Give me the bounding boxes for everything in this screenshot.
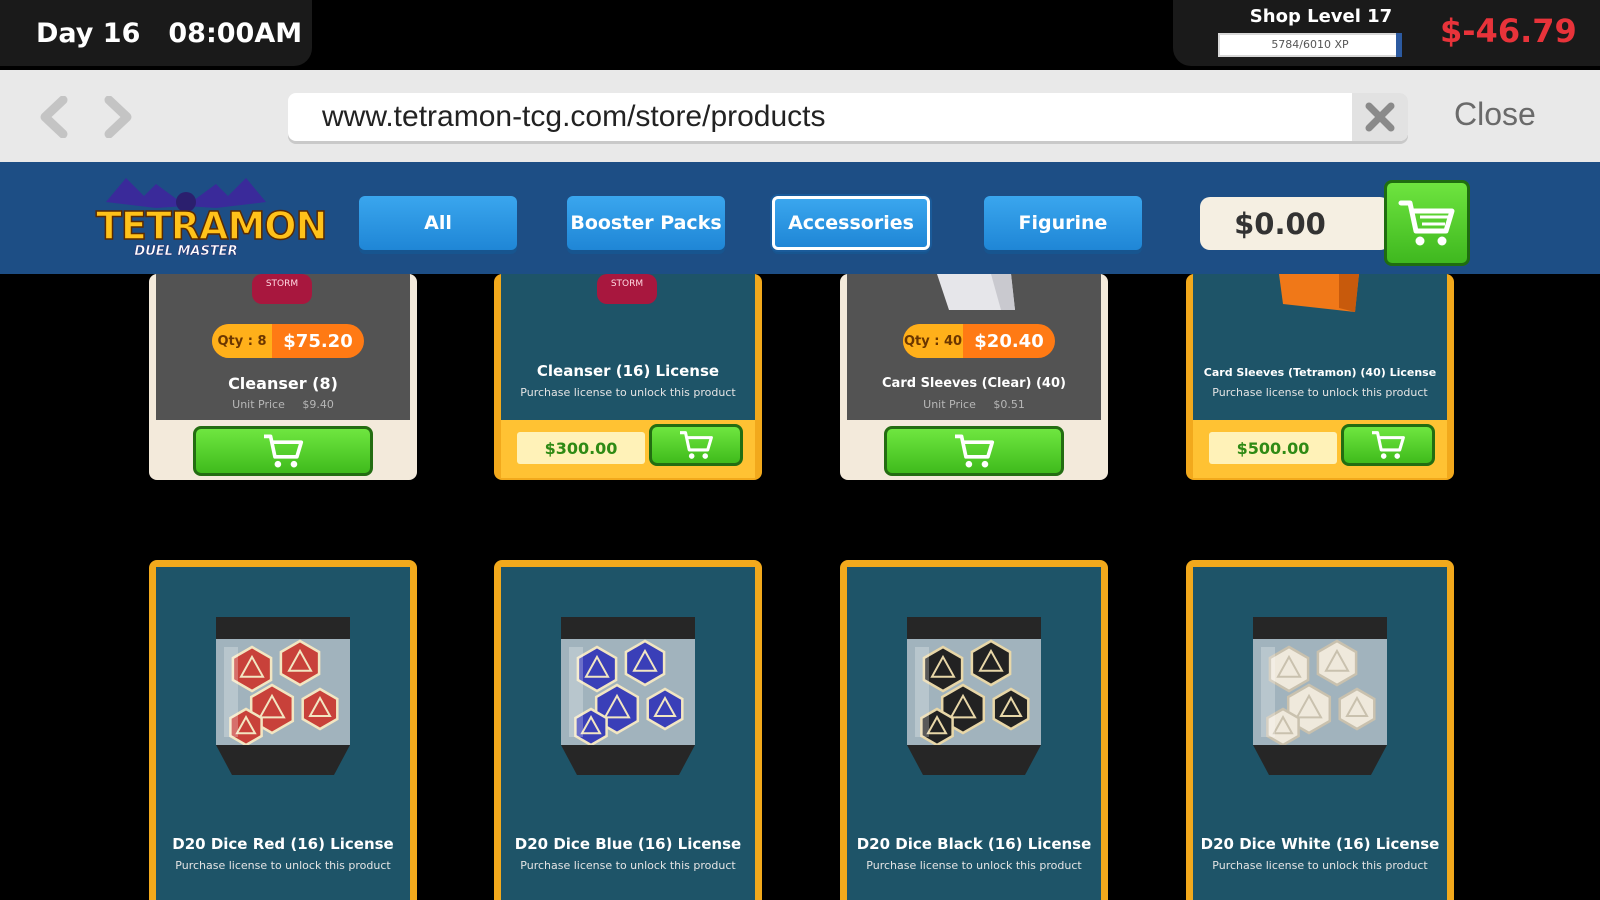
cart-icon [680, 431, 713, 459]
product-card-body: D20 Dice White (16) License Purchase lice… [1193, 567, 1447, 900]
chevron-right-icon [104, 96, 132, 138]
tetramon-logo: TETRAMON DUEL MASTER [95, 176, 328, 266]
product-card-dice-license: D20 Dice Blue (16) License Purchase licen… [494, 560, 762, 900]
url-bar[interactable]: www.tetramon-tcg.com/store/products [288, 93, 1408, 141]
product-card-body: Qty : 40 $20.40 Card Sleeves (Clear) (40… [847, 274, 1101, 420]
card-sleeves-icon [937, 274, 1015, 310]
product-name: D20 Dice White (16) License [1200, 835, 1440, 853]
license-price: $500.00 [1209, 432, 1337, 464]
product-card-dice-license: D20 Dice Red (16) License Purchase licens… [149, 560, 417, 900]
card-sleeves-icon [1279, 274, 1359, 312]
price-label: $75.20 [283, 330, 353, 352]
quantity-price-pill: Qty : 8 $75.20 [212, 324, 364, 358]
cart-button[interactable] [1384, 180, 1470, 266]
product-card-body: D20 Dice Blue (16) License Purchase licen… [501, 567, 755, 900]
svg-text:STORM: STORM [266, 279, 298, 289]
product-name: D20 Dice Black (16) License [856, 835, 1092, 853]
product-card-sleeves-clear: Qty : 40 $20.40 Card Sleeves (Clear) (40… [840, 274, 1108, 480]
url-text: www.tetramon-tcg.com/store/products [322, 100, 826, 133]
product-card-sleeves-tetramon-license: Card Sleeves (Tetramon) (40) License Pur… [1186, 274, 1454, 480]
cart-icon [955, 434, 995, 468]
unit-price-row: Unit Price $0.51 [847, 398, 1101, 411]
license-hint: Purchase license to unlock this product [520, 859, 736, 872]
license-hint: Purchase license to unlock this product [520, 386, 736, 399]
dice-box-icon [907, 617, 1041, 775]
add-to-cart-button[interactable] [884, 426, 1064, 476]
day-label: Day 16 [36, 17, 141, 49]
license-hint: Purchase license to unlock this product [1212, 859, 1428, 872]
price-label: $20.40 [974, 330, 1044, 352]
dice-box-icon [1253, 617, 1387, 775]
product-card-body: STORM Qty : 8 $75.20 Cleanser (8) Unit P… [156, 274, 410, 420]
xp-bar-end [1396, 33, 1402, 57]
product-card-body: D20 Dice Red (16) License Purchase licens… [156, 567, 410, 900]
unit-price-label: Unit Price [923, 398, 976, 411]
product-name: Card Sleeves (Clear) (40) [882, 376, 1066, 391]
back-button[interactable] [34, 96, 74, 138]
cleanser-bottle-icon: STORM [252, 274, 312, 304]
cleanser-bottle-icon: STORM [597, 274, 657, 304]
dice-box-icon [561, 617, 695, 775]
close-browser-button[interactable]: Close [1454, 96, 1536, 133]
buy-license-button[interactable] [649, 424, 743, 466]
xp-progress-bar: 5784/6010 XP [1218, 33, 1402, 57]
product-card-dice-license: D20 Dice White (16) License Purchase lice… [1186, 560, 1454, 900]
product-name: D20 Dice Red (16) License [172, 835, 394, 853]
cart-icon [1372, 431, 1405, 459]
tab-figurine[interactable]: Figurine [984, 196, 1142, 250]
shop-level-label: Shop Level 17 [1249, 6, 1393, 27]
unit-price-label: Unit Price [232, 398, 285, 411]
license-price: $300.00 [517, 432, 645, 464]
product-name: D20 Dice Blue (16) License [514, 835, 742, 853]
cart-icon [264, 434, 304, 468]
license-bar: $300.00 [501, 420, 755, 478]
product-card-dice-license: D20 Dice Black (16) License Purchase lice… [840, 560, 1108, 900]
unit-price-value: $9.40 [302, 398, 334, 411]
chevron-left-icon [40, 96, 68, 138]
unit-price-value: $0.51 [993, 398, 1025, 411]
quantity-price-pill: Qty : 40 $20.40 [903, 324, 1055, 358]
product-card-body: Card Sleeves (Tetramon) (40) License Pur… [1193, 274, 1447, 420]
quantity-label: Qty : 40 [903, 324, 963, 358]
tab-accessories[interactable]: Accessories [772, 196, 930, 250]
tab-all[interactable]: All [359, 196, 517, 250]
license-hint: Purchase license to unlock this product [866, 859, 1082, 872]
product-card-body: D20 Dice Black (16) License Purchase lice… [847, 567, 1101, 900]
license-hint: Purchase license to unlock this product [1212, 386, 1428, 399]
logo-title: TETRAMON [95, 203, 328, 249]
quantity-label: Qty : 8 [212, 324, 272, 358]
product-name: Cleanser (8) [228, 374, 338, 393]
product-name: Cleanser (16) License [536, 362, 720, 380]
unit-price-row: Unit Price $9.40 [156, 398, 410, 411]
forward-button[interactable] [98, 96, 138, 138]
dice-box-icon [216, 617, 350, 775]
clear-url-button[interactable] [1352, 93, 1408, 141]
xp-text: 5784/6010 XP [1271, 38, 1349, 51]
license-hint: Purchase license to unlock this product [175, 859, 391, 872]
cart-icon [1398, 200, 1455, 246]
license-bar: $500.00 [1193, 420, 1447, 478]
tab-booster-packs[interactable]: Booster Packs [567, 196, 725, 250]
money-balance: $-46.79 [1440, 12, 1577, 50]
product-card-cleanser-16-license: STORM Cleanser (16) License Purchase lic… [494, 274, 762, 480]
add-to-cart-button[interactable] [193, 426, 373, 476]
cart-total: $0.00 [1200, 197, 1390, 250]
svg-text:STORM: STORM [611, 279, 643, 289]
day-time-panel: Day 16 08:00AM [0, 0, 312, 66]
buy-license-button[interactable] [1341, 424, 1435, 466]
product-card-body: STORM Cleanser (16) License Purchase lic… [501, 274, 755, 420]
logo-subtitle: DUEL MASTER [134, 244, 238, 260]
close-icon [1365, 102, 1395, 132]
game-screen: Day 16 08:00AM Shop Level 17 5784/6010 X… [0, 0, 1600, 900]
product-card-cleanser-8: STORM Qty : 8 $75.20 Cleanser (8) Unit P… [149, 274, 417, 480]
time-label: 08:00AM [168, 17, 303, 49]
product-name: Card Sleeves (Tetramon) (40) License [1203, 366, 1437, 379]
